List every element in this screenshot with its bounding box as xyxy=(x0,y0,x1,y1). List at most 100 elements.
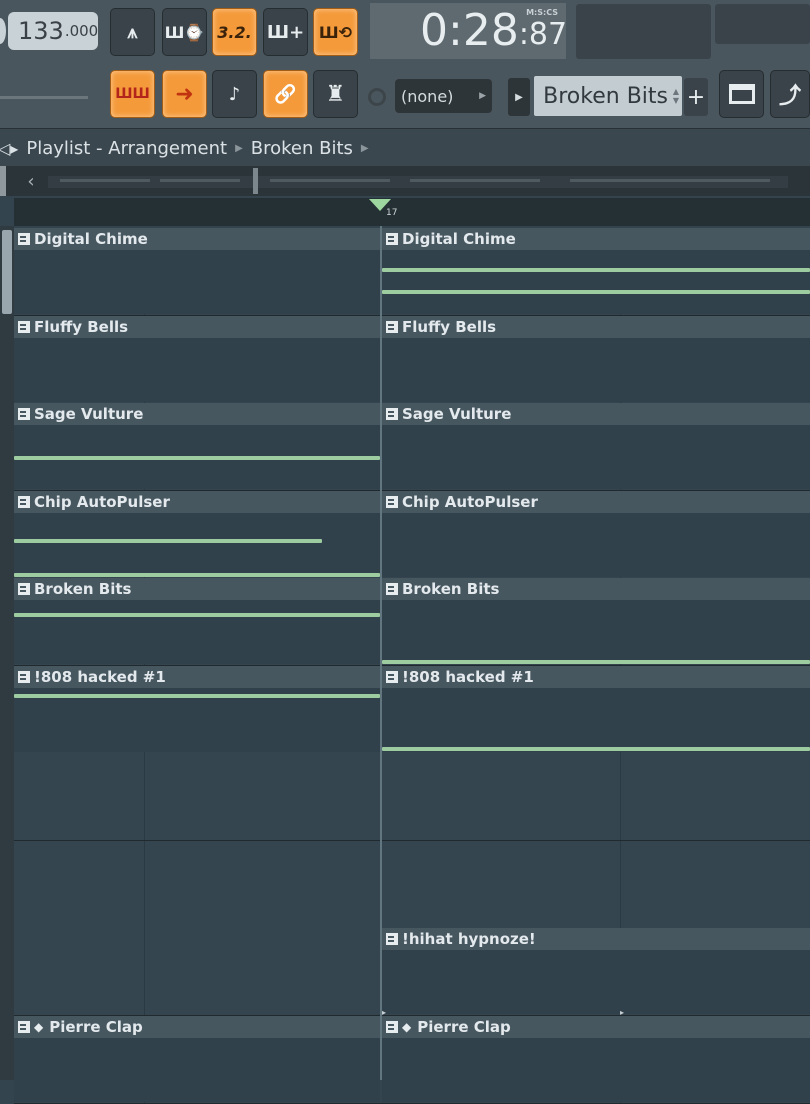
note-bar xyxy=(14,613,380,617)
playlist-pattern-name: Broken Bits xyxy=(250,137,353,159)
piano-roll-button[interactable]: ШШ xyxy=(110,70,155,118)
clip-header[interactable]: !hihat hypnoze! xyxy=(382,928,810,950)
countdown-icon: 3.2. xyxy=(217,22,252,42)
clip-header[interactable]: ◆ Pierre Clap xyxy=(14,1015,380,1038)
link-button[interactable]: 🔗 xyxy=(263,70,308,118)
track-scrollbar[interactable] xyxy=(0,226,14,1080)
loop-record-button[interactable]: Ш⟲ xyxy=(313,8,358,56)
tempo-decimal: .000 xyxy=(64,22,99,40)
clip-header[interactable]: Fluffy Bells xyxy=(14,315,380,338)
play-icon: ▶ xyxy=(515,91,523,103)
clip-header[interactable]: !808 hacked #1 xyxy=(14,665,380,688)
pattern-clip[interactable]: !808 hacked #1 xyxy=(382,665,810,752)
pattern-clip[interactable]: Fluffy Bells xyxy=(14,315,380,402)
clip-label: Digital Chime xyxy=(34,230,148,248)
slide-icon: ♪ xyxy=(228,83,241,105)
clip-header[interactable]: Sage Vulture xyxy=(14,403,380,425)
song-time-display[interactable]: 0:28:87 M:S:CS xyxy=(370,3,567,59)
pattern-icon[interactable] xyxy=(386,233,398,245)
add-pattern-button[interactable]: + xyxy=(684,78,708,116)
clip-boundary-line xyxy=(380,226,382,1080)
master-slider[interactable] xyxy=(0,96,88,99)
note-bar xyxy=(14,456,380,460)
pattern-icon[interactable] xyxy=(18,408,30,420)
slide-tool-button[interactable]: ♪ xyxy=(212,70,257,118)
arrow-tool-button[interactable]: ➜ xyxy=(162,70,207,118)
clip-header[interactable]: Chip AutoPulser xyxy=(14,490,380,513)
pattern-clip[interactable]: Sage Vulture xyxy=(382,403,810,489)
wait-for-input-button[interactable]: Ш⌚ xyxy=(162,8,207,56)
playlist-title: Playlist - Arrangement xyxy=(26,137,228,159)
note-bar xyxy=(382,747,810,751)
track-scroll-thumb[interactable] xyxy=(2,230,12,314)
grid-line xyxy=(144,753,145,840)
link-icon: 🔗 xyxy=(274,83,297,105)
countdown-button[interactable]: 3.2. xyxy=(212,8,257,56)
pattern-icon[interactable] xyxy=(386,1020,398,1033)
clip-header[interactable]: ◆ Pierre Clap xyxy=(382,1015,810,1038)
pattern-clip[interactable]: !808 hacked #1 xyxy=(14,665,380,752)
left-edge-handle[interactable] xyxy=(0,166,6,196)
clip-header[interactable]: Digital Chime xyxy=(382,228,810,250)
track-lane[interactable] xyxy=(14,753,810,841)
clip-header[interactable]: Broken Bits xyxy=(14,578,380,600)
clip-header[interactable]: !808 hacked #1 xyxy=(382,665,810,688)
pattern-icon[interactable] xyxy=(386,495,398,508)
pattern-clip[interactable]: Broken Bits xyxy=(382,578,810,664)
pattern-clip[interactable]: Fluffy Bells xyxy=(382,315,810,402)
clip-label: Fluffy Bells xyxy=(402,317,497,336)
clip-label: Sage Vulture xyxy=(34,405,144,423)
pattern-clip[interactable]: Broken Bits xyxy=(14,578,380,664)
pattern-icon[interactable] xyxy=(18,320,30,333)
pattern-icon[interactable] xyxy=(386,933,398,945)
pattern-clip[interactable]: ◆ Pierre Clap xyxy=(382,1015,810,1102)
playlist-header[interactable]: ◁▸ Playlist - Arrangement ▶ Broken Bits … xyxy=(0,128,810,167)
snap-select[interactable]: (none) ▶ xyxy=(395,79,492,113)
pattern-selector[interactable]: Broken Bits ▲ ▼ xyxy=(534,76,682,116)
piano-icon: ШШ xyxy=(115,86,150,102)
cpu-monitor-panel xyxy=(576,4,711,59)
pattern-icon[interactable] xyxy=(18,1020,30,1033)
diamond-icon: ◆ xyxy=(402,1019,412,1034)
pattern-clip[interactable]: ◆ Pierre Clap xyxy=(14,1015,380,1102)
time-format-label: M:S:CS xyxy=(526,8,558,17)
clip-header[interactable]: Sage Vulture xyxy=(382,403,810,425)
clip-label: Digital Chime xyxy=(402,230,516,248)
pattern-icon[interactable] xyxy=(18,495,30,508)
note-bar xyxy=(14,694,380,698)
clip-header[interactable]: Fluffy Bells xyxy=(382,315,810,338)
chevron-left-icon: ‹ xyxy=(27,170,35,192)
magnet-icon[interactable] xyxy=(368,88,386,106)
pattern-icon[interactable] xyxy=(386,320,398,333)
pattern-clip[interactable]: Digital Chime xyxy=(14,228,380,314)
pattern-clip[interactable]: Sage Vulture xyxy=(14,403,380,489)
pattern-icon[interactable] xyxy=(18,233,30,245)
caret-right-icon: ▶ xyxy=(479,91,486,101)
pattern-icon[interactable] xyxy=(386,408,398,420)
automation-button[interactable]: ⤴ xyxy=(770,70,810,118)
pattern-icon[interactable] xyxy=(386,583,398,595)
pattern-icon[interactable] xyxy=(386,670,398,683)
pattern-clip-button[interactable] xyxy=(719,70,764,118)
pattern-clip[interactable]: Chip AutoPulser xyxy=(14,490,380,577)
pattern-clip[interactable]: !hihat hypnoze! xyxy=(382,928,810,1014)
pattern-clip[interactable]: Chip AutoPulser xyxy=(382,490,810,577)
clip-label: Chip AutoPulser xyxy=(402,492,538,511)
timeline-ruler[interactable] xyxy=(14,198,810,226)
stamp-button[interactable]: ♜ xyxy=(313,70,358,118)
scroll-left-button[interactable]: ‹ xyxy=(16,168,46,194)
step-edit-button[interactable]: Ш+ xyxy=(263,8,308,56)
clip-header[interactable]: Broken Bits xyxy=(382,578,810,600)
playlist-overview-scrollbar[interactable] xyxy=(0,166,810,196)
pattern-name: Broken Bits xyxy=(543,83,668,109)
clip-label: Pierre Clap xyxy=(417,1017,511,1036)
clip-header[interactable]: Digital Chime xyxy=(14,228,380,250)
snap-value: (none) xyxy=(401,86,454,106)
clip-header[interactable]: Chip AutoPulser xyxy=(382,490,810,513)
metronome-button[interactable]: ⩚ xyxy=(110,8,155,56)
pattern-icon[interactable] xyxy=(18,670,30,683)
pattern-prev-button[interactable]: ▶ xyxy=(508,78,530,116)
pattern-icon[interactable] xyxy=(18,583,30,595)
tempo-display[interactable]: 133.000 xyxy=(8,12,98,50)
track-lane[interactable] xyxy=(14,840,810,929)
